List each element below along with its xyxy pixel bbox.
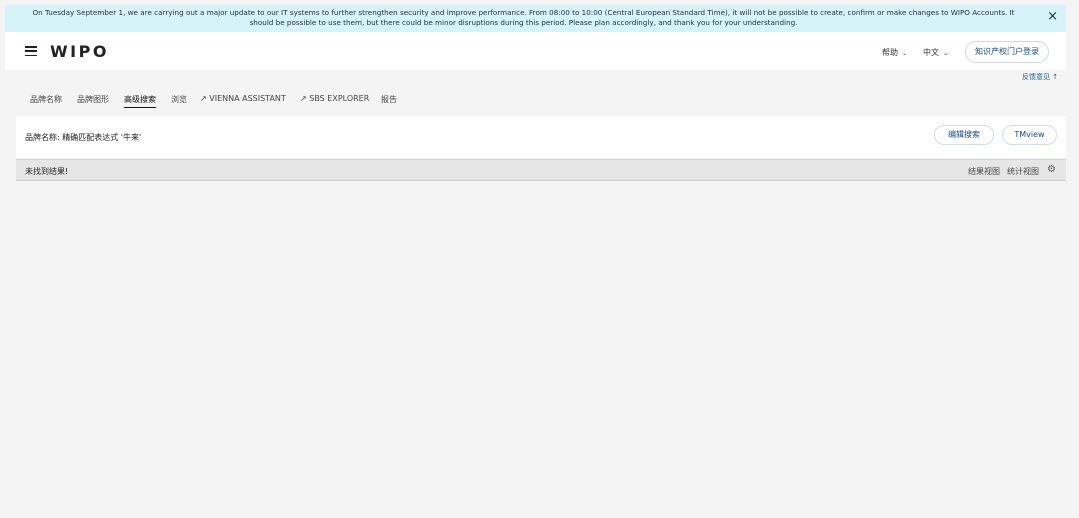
chevron-down-icon: ⌄ <box>902 50 908 57</box>
feedback-label: 反馈意见 <box>1022 73 1050 81</box>
query-panel: 品牌名称: 精确匹配表达式 '牛来' 编辑搜索 TMview <box>16 116 1066 158</box>
close-icon[interactable]: × <box>1047 10 1058 24</box>
language-label: 中文 <box>923 48 939 57</box>
ip-portal-login-button[interactable]: 知识产权门户登录 <box>965 41 1049 63</box>
tab-browse[interactable]: 浏览 <box>171 94 187 105</box>
tab-vienna-assistant[interactable]: ↗ VIENNA ASSISTANT <box>200 94 286 103</box>
feedback-link[interactable]: 反馈意见 ↑ <box>1022 72 1058 82</box>
announcement-banner: On Tuesday September 1, we are carrying … <box>5 5 1066 32</box>
help-label: 帮助 <box>882 48 898 57</box>
query-summary: 品牌名称: 精确匹配表达式 '牛来' <box>25 133 142 142</box>
tab-brand-name[interactable]: 品牌名称 <box>30 94 62 105</box>
menu-icon[interactable] <box>25 46 37 57</box>
arrow-up-icon: ↑ <box>1052 73 1059 81</box>
gear-icon[interactable]: ⚙ <box>1047 164 1056 175</box>
result-view-link[interactable]: 结果视图 <box>968 166 1000 177</box>
banner-text: On Tuesday September 1, we are carrying … <box>32 8 1015 27</box>
results-bar: 未找到结果! 结果视图 统计视图 ⚙ <box>16 159 1066 181</box>
language-select[interactable]: 中文 ⌄ <box>923 47 948 58</box>
edit-search-button[interactable]: 编辑搜索 <box>934 125 994 145</box>
top-header: WIPO 帮助 ⌄ 中文 ⌄ 知识产权门户登录 <box>5 32 1066 70</box>
tab-advanced-search[interactable]: 高级搜索 <box>124 94 156 108</box>
wipo-logo[interactable]: WIPO <box>50 42 109 61</box>
tmview-button[interactable]: TMview <box>1002 125 1057 145</box>
no-results-message: 未找到结果! <box>25 167 69 176</box>
tab-brand-image[interactable]: 品牌图形 <box>77 94 109 105</box>
help-menu[interactable]: 帮助 ⌄ <box>882 47 907 58</box>
stats-view-link[interactable]: 统计视图 <box>1007 166 1039 177</box>
tab-sbs-explorer[interactable]: ↗ SBS EXPLORER <box>300 94 369 103</box>
chevron-down-icon: ⌄ <box>943 50 949 57</box>
tab-reports[interactable]: 报告 <box>381 94 397 105</box>
